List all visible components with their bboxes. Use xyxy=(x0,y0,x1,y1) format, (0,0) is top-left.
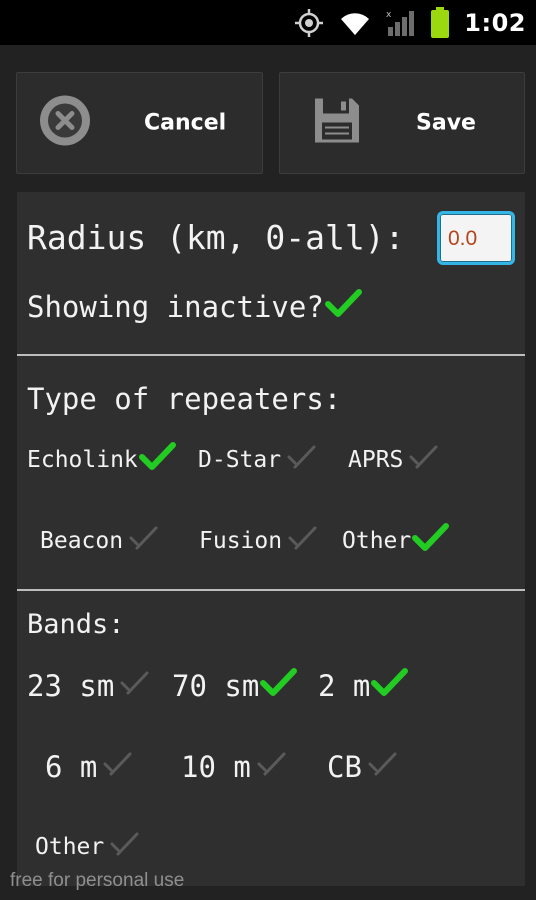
status-time: 1:02 xyxy=(464,8,526,37)
divider xyxy=(17,354,525,356)
radius-input[interactable] xyxy=(440,214,512,262)
band-label: 10 m xyxy=(181,750,251,784)
check-on-icon xyxy=(411,520,451,562)
check-off-icon xyxy=(281,439,321,481)
save-button[interactable]: Save xyxy=(279,72,525,174)
signal-icon: x xyxy=(386,9,416,37)
battery-icon xyxy=(430,6,450,39)
bands-heading-text: Bands: xyxy=(27,608,125,640)
showing-inactive-label: Showing inactive? xyxy=(27,290,324,324)
repeater-type-label: D-Star xyxy=(198,447,282,473)
band-70sm[interactable]: 70 sm xyxy=(172,664,299,708)
repeater-type-aprs[interactable]: APRS xyxy=(348,440,443,480)
check-on-icon xyxy=(324,286,364,329)
band-cb[interactable]: CB xyxy=(327,745,402,789)
band-label: CB xyxy=(327,750,362,784)
cancel-button-label: Cancel xyxy=(144,110,227,136)
gps-icon xyxy=(294,8,324,38)
band-other[interactable]: Other xyxy=(35,828,144,866)
repeater-type-label: Fusion xyxy=(199,528,283,554)
check-off-icon xyxy=(282,520,322,562)
repeater-types-heading: Type of repeaters: xyxy=(27,378,341,420)
check-on-icon xyxy=(138,439,178,481)
check-on-icon xyxy=(370,665,410,708)
divider xyxy=(17,589,525,591)
save-icon xyxy=(312,96,362,151)
radius-label-text: Radius (km, 0-all): xyxy=(27,217,405,257)
bands-heading: Bands: xyxy=(27,604,125,644)
repeater-type-label: APRS xyxy=(348,447,404,473)
check-on-icon xyxy=(259,665,299,708)
check-off-icon xyxy=(123,520,163,562)
band-label: 23 sm xyxy=(27,669,115,703)
repeater-type-label: Other xyxy=(342,528,412,554)
check-off-icon xyxy=(362,746,402,789)
band-23sm[interactable]: 23 sm xyxy=(27,664,154,708)
repeater-type-dstar[interactable]: D-Star xyxy=(198,440,321,480)
check-off-icon xyxy=(251,746,291,789)
radius-field[interactable] xyxy=(437,211,515,265)
band-2m[interactable]: 2 m xyxy=(318,664,410,708)
band-6m[interactable]: 6 m xyxy=(45,745,137,789)
check-off-icon xyxy=(403,439,443,481)
radius-label: Radius (km, 0-all): xyxy=(27,214,405,260)
repeater-type-fusion[interactable]: Fusion xyxy=(199,521,322,561)
repeater-type-beacon[interactable]: Beacon xyxy=(40,521,163,561)
status-bar: x 1:02 xyxy=(0,0,536,45)
band-label: 2 m xyxy=(318,669,371,703)
check-off-icon xyxy=(97,746,137,789)
repeater-type-echolink[interactable]: Echolink xyxy=(27,440,178,480)
wifi-icon xyxy=(338,9,372,37)
save-button-label: Save xyxy=(416,110,476,136)
band-label: Other xyxy=(35,834,105,860)
repeater-type-other[interactable]: Other xyxy=(342,521,451,561)
check-off-icon xyxy=(114,665,154,708)
svg-text:x: x xyxy=(386,10,392,20)
repeater-type-label: Echolink xyxy=(27,447,138,473)
check-off-icon xyxy=(104,826,144,868)
repeater-type-label: Beacon xyxy=(40,528,124,554)
repeater-types-heading-text: Type of repeaters: xyxy=(27,382,342,416)
footer-note: free for personal use xyxy=(10,870,185,891)
showing-inactive-toggle[interactable]: Showing inactive? xyxy=(27,285,364,329)
band-label: 70 sm xyxy=(172,669,260,703)
band-label: 6 m xyxy=(45,750,98,784)
cancel-icon xyxy=(37,93,93,154)
band-10m[interactable]: 10 m xyxy=(181,745,291,789)
cancel-button[interactable]: Cancel xyxy=(16,72,263,174)
